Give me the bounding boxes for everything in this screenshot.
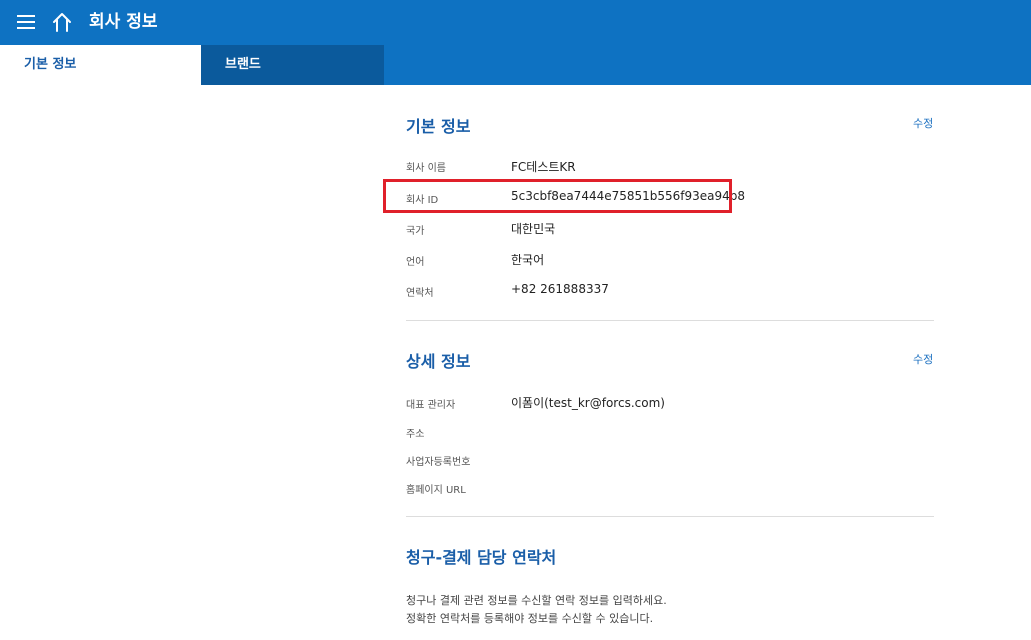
company-name-label: 회사 이름 — [406, 163, 446, 174]
basic-info-title: 기본 정보 — [406, 117, 471, 136]
hamburger-menu-icon[interactable] — [17, 13, 35, 31]
home-icon[interactable] — [50, 10, 74, 34]
company-id-highlight-box — [383, 179, 732, 213]
page-title: 회사 정보 — [89, 12, 158, 32]
address-label: 주소 — [406, 429, 425, 440]
billing-contact-description-line: 정확한 연락처를 등록해야 정보를 수신할 수 있습니다. — [406, 612, 654, 625]
detail-info-title: 상세 정보 — [406, 352, 471, 371]
contact-value: +82 261888337 — [511, 282, 609, 296]
tab-brand[interactable]: 브랜드 — [201, 45, 384, 85]
country-value: 대한민국 — [511, 222, 556, 236]
language-value: 한국어 — [511, 253, 545, 267]
section-divider — [406, 320, 934, 321]
billing-contact-title: 청구-결제 담당 연락처 — [406, 548, 557, 567]
basic-info-edit-button[interactable]: 수정 — [913, 115, 933, 131]
representative-admin-value: 이폼이(test_kr@forcs.com) — [511, 396, 665, 410]
section-divider — [406, 516, 934, 517]
tab-bar: 기본 정보 브랜드 — [0, 45, 1031, 85]
language-label: 언어 — [406, 257, 425, 268]
country-label: 국가 — [406, 226, 425, 237]
representative-admin-label: 대표 관리자 — [406, 400, 456, 411]
top-header: 회사 정보 — [0, 0, 1031, 45]
contact-label: 연락처 — [406, 288, 434, 299]
company-name-value: FC테스트KR — [511, 160, 576, 174]
billing-contact-description-line: 청구나 결제 관련 정보를 수신할 연락 정보를 입력하세요. — [406, 594, 667, 607]
business-registration-number-label: 사업자등록번호 — [406, 457, 471, 468]
detail-info-edit-button[interactable]: 수정 — [913, 351, 933, 367]
tab-basic-info[interactable]: 기본 정보 — [0, 45, 201, 85]
homepage-url-label: 홈페이지 URL — [406, 485, 466, 496]
